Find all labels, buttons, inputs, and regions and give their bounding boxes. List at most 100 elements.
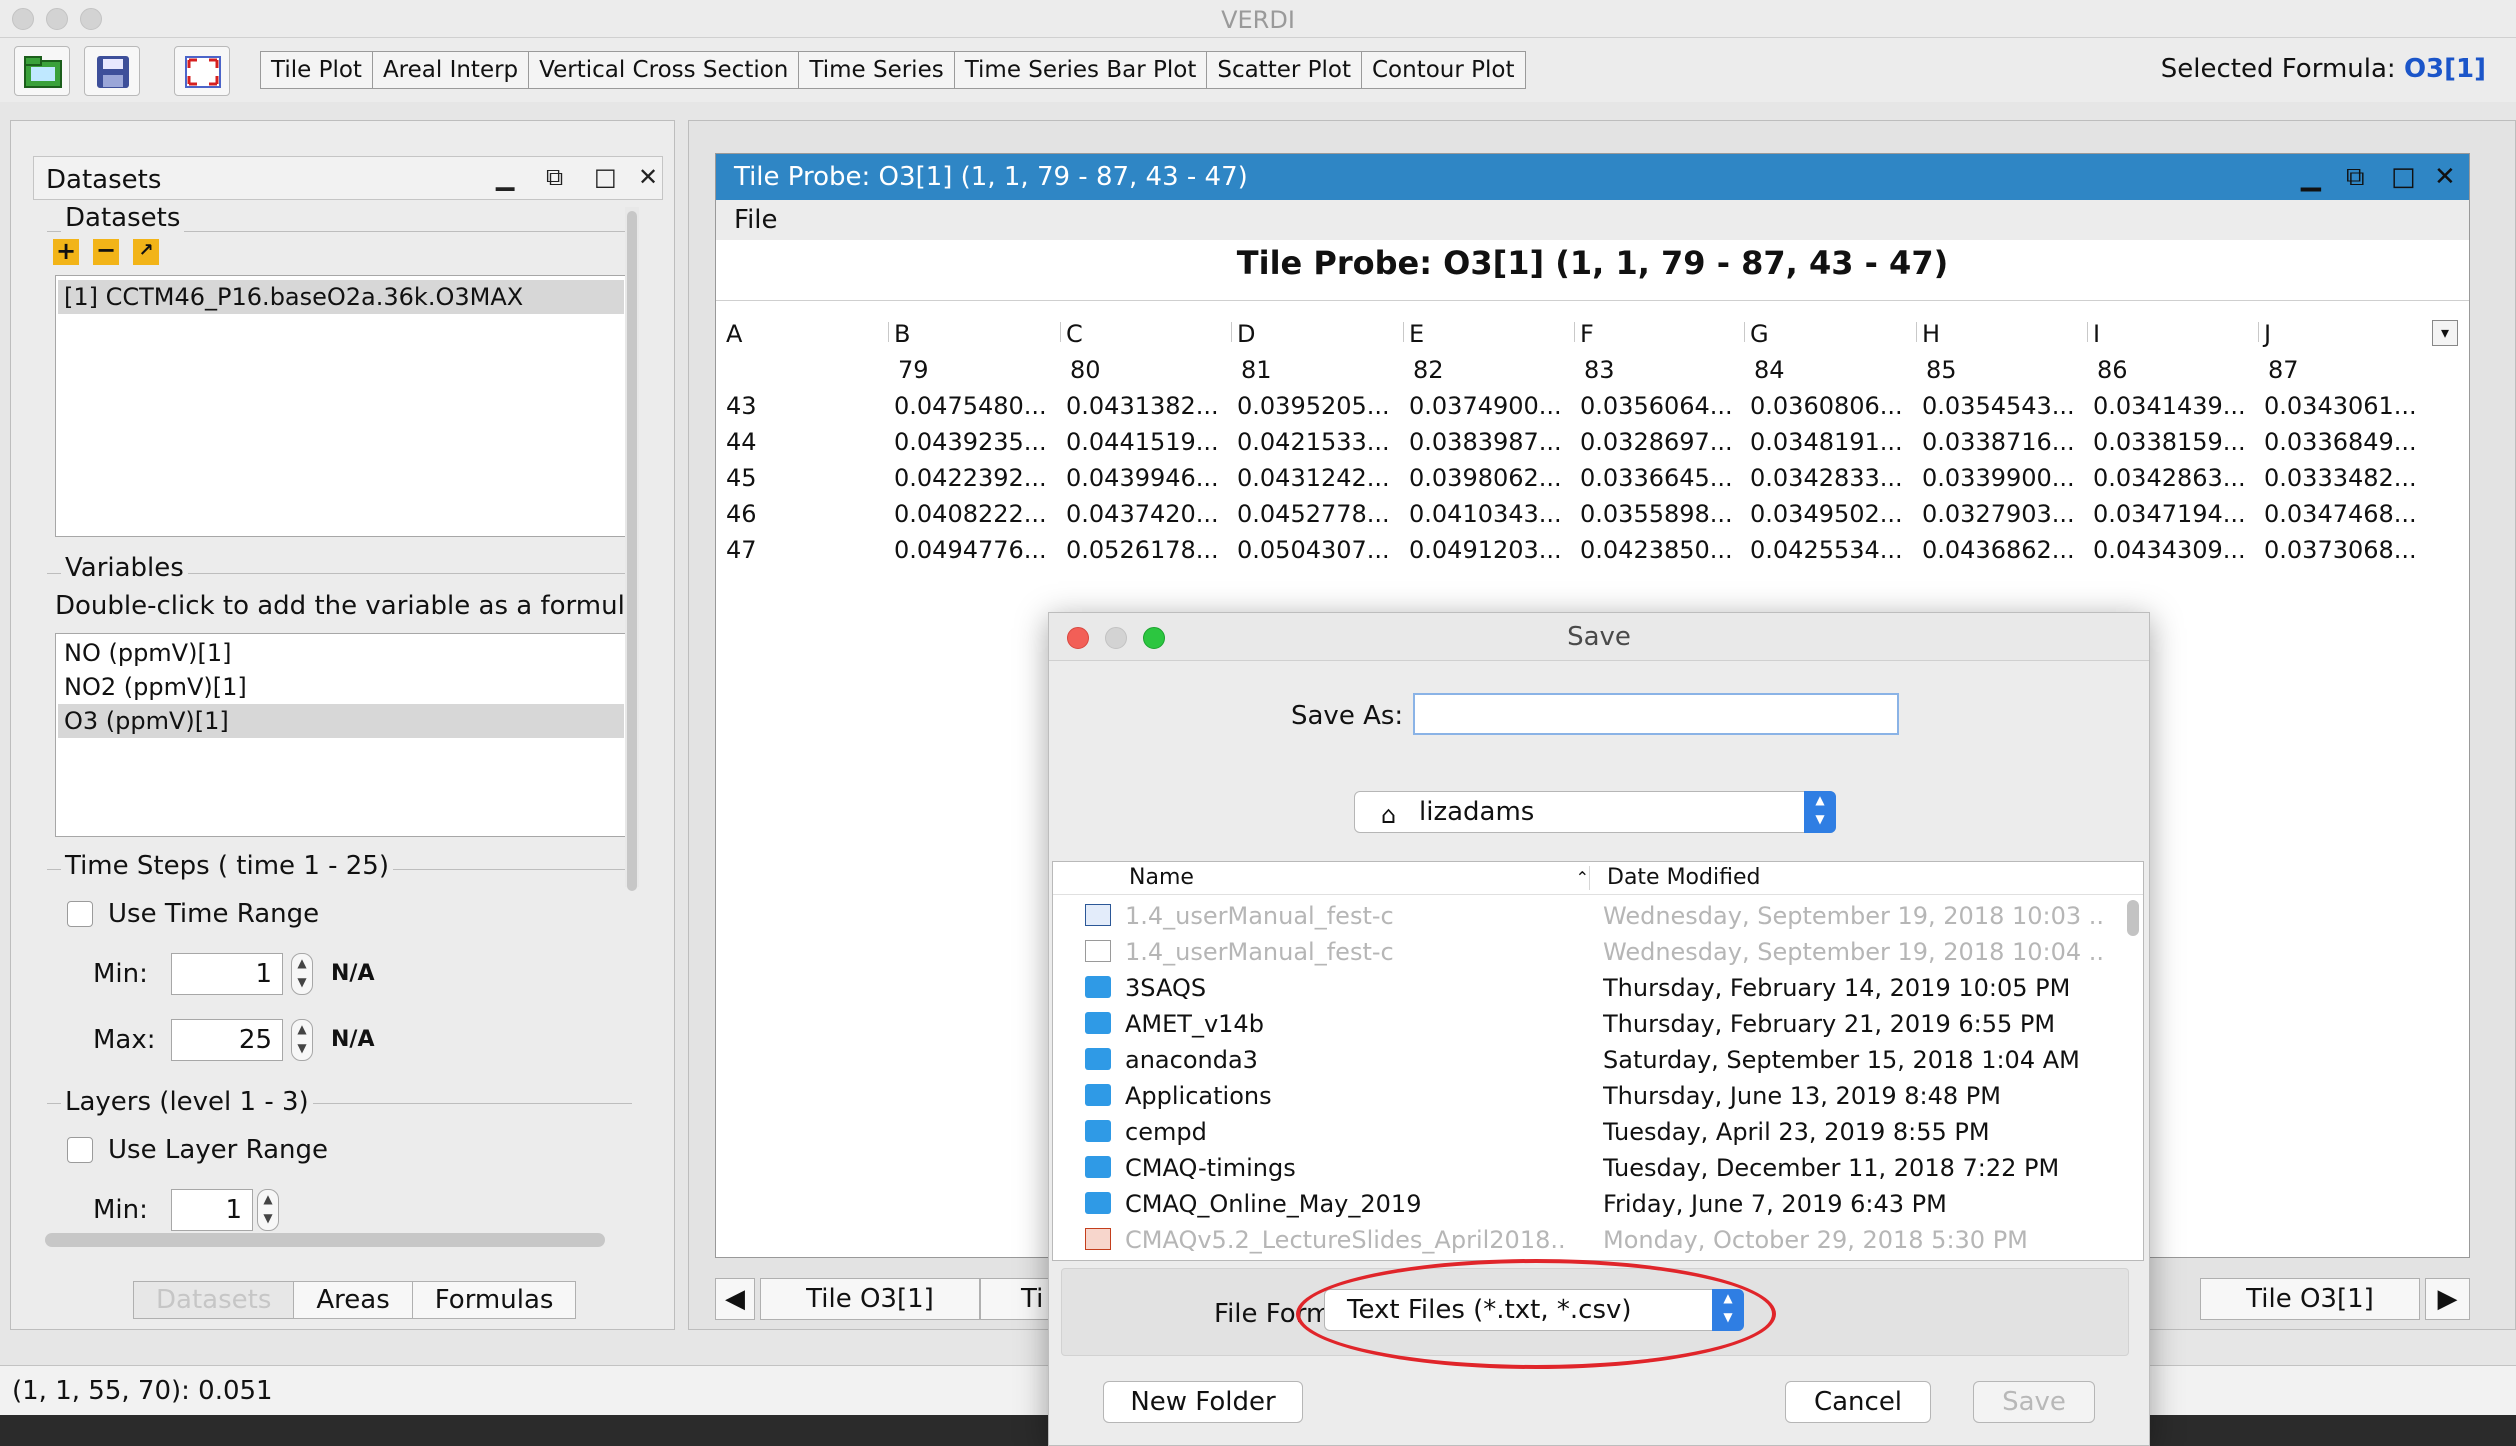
- location-select[interactable]: ⌂ lizadams ▲ ▼: [1354, 791, 1836, 833]
- tabs-scroll-right-icon[interactable]: ▶: [2425, 1278, 2470, 1320]
- table-cell[interactable]: 0.0434309...: [2093, 536, 2246, 564]
- table-cell[interactable]: 0.0395205...: [1237, 392, 1390, 420]
- file-row[interactable]: CMAQ-timings Tuesday, December 11, 2018 7…: [1053, 1150, 2103, 1186]
- table-cell[interactable]: 0.0338159...: [2093, 428, 2246, 456]
- table-cell[interactable]: 0.0504307...: [1237, 536, 1390, 564]
- horizontal-scrollbar[interactable]: [45, 1233, 605, 1247]
- file-row[interactable]: Applications Thursday, June 13, 2019 8:48…: [1053, 1078, 2103, 1114]
- layer-min-stepper[interactable]: ▲ ▼: [257, 1189, 279, 1231]
- column-control-icon[interactable]: ▾: [2432, 320, 2458, 346]
- close-icon[interactable]: ✕: [2434, 154, 2456, 200]
- table-cell[interactable]: 0.0436862...: [1922, 536, 2075, 564]
- save-project-button[interactable]: [84, 46, 140, 96]
- table-cell[interactable]: 0.0422392...: [894, 464, 1047, 492]
- table-cell[interactable]: 0.0431242...: [1237, 464, 1390, 492]
- table-cell[interactable]: 0.0333482...: [2264, 464, 2417, 492]
- close-icon[interactable]: ✕: [638, 163, 658, 191]
- float-icon[interactable]: ⧉: [2346, 154, 2365, 200]
- table-cell[interactable]: 0.0441519...: [1066, 428, 1219, 456]
- animate-button[interactable]: [174, 46, 230, 96]
- minimize-icon[interactable]: ▁: [2301, 154, 2321, 200]
- new-folder-button[interactable]: New Folder: [1103, 1381, 1303, 1423]
- table-cell[interactable]: 0.0347194...: [2093, 500, 2246, 528]
- column-header-date-modified[interactable]: Date Modified: [1607, 862, 2107, 894]
- list-item[interactable]: NO2 (ppmV)[1]: [58, 670, 624, 704]
- float-icon[interactable]: ⧉: [546, 163, 563, 191]
- add-dataset-icon[interactable]: +: [53, 239, 79, 265]
- table-cell[interactable]: 0.0439946...: [1066, 464, 1219, 492]
- table-cell[interactable]: 0.0410343...: [1409, 500, 1562, 528]
- minimize-icon[interactable]: ▁: [496, 163, 514, 191]
- use-layer-range-checkbox[interactable]: [67, 1137, 93, 1163]
- table-cell[interactable]: 0.0494776...: [894, 536, 1047, 564]
- open-dataset-button[interactable]: [14, 46, 70, 96]
- cancel-button[interactable]: Cancel: [1785, 1381, 1931, 1423]
- table-cell[interactable]: 0.0431382...: [1066, 392, 1219, 420]
- time-series-button[interactable]: Time Series: [798, 51, 955, 89]
- dialog-minimize-button[interactable]: [1105, 627, 1127, 649]
- table-cell[interactable]: 0.0338716...: [1922, 428, 2075, 456]
- add-remote-dataset-icon[interactable]: ↗: [133, 239, 159, 265]
- tab-partial[interactable]: Ti: [980, 1278, 1050, 1320]
- table-cell[interactable]: 0.0348191...: [1750, 428, 1903, 456]
- table-cell[interactable]: 0.0328697...: [1580, 428, 1733, 456]
- remove-dataset-icon[interactable]: −: [93, 238, 119, 265]
- dialog-close-button[interactable]: [1067, 627, 1089, 649]
- list-item[interactable]: O3 (ppmV)[1]: [58, 704, 624, 738]
- dialog-zoom-button[interactable]: [1143, 627, 1165, 649]
- table-cell[interactable]: 0.0339900...: [1922, 464, 2075, 492]
- file-row[interactable]: cempd Tuesday, April 23, 2019 8:55 PM: [1053, 1114, 2103, 1150]
- table-cell[interactable]: 0.0347468...: [2264, 500, 2417, 528]
- table-cell[interactable]: 0.0336645...: [1580, 464, 1733, 492]
- menu-file[interactable]: File: [734, 205, 778, 235]
- table-cell[interactable]: 0.0452778...: [1237, 500, 1390, 528]
- list-item[interactable]: [1] CCTM46_P16.baseO2a.36k.O3MAX: [58, 280, 624, 314]
- table-cell[interactable]: 0.0475480...: [894, 392, 1047, 420]
- table-cell[interactable]: 0.0374900...: [1409, 392, 1562, 420]
- table-cell[interactable]: 0.0439235...: [894, 428, 1047, 456]
- table-cell[interactable]: 0.0383987...: [1409, 428, 1562, 456]
- column-header-name[interactable]: Name ⌃: [1129, 862, 1599, 894]
- file-row[interactable]: CMAQ_Online_May_2019 Friday, June 7, 2019…: [1053, 1186, 2103, 1222]
- table-cell[interactable]: 0.0342863...: [2093, 464, 2246, 492]
- table-cell[interactable]: 0.0342833...: [1750, 464, 1903, 492]
- table-cell[interactable]: 0.0491203...: [1409, 536, 1562, 564]
- tab-tile-o3[interactable]: Tile O3[1]: [760, 1278, 980, 1320]
- tab-formulas[interactable]: Formulas: [411, 1281, 577, 1319]
- table-cell[interactable]: 0.0398062...: [1409, 464, 1562, 492]
- time-max-input[interactable]: 25: [171, 1019, 283, 1061]
- layer-min-input[interactable]: 1: [171, 1189, 253, 1231]
- table-cell[interactable]: 0.0349502...: [1750, 500, 1903, 528]
- file-row[interactable]: AMET_v14b Thursday, February 21, 2019 6:5…: [1053, 1006, 2103, 1042]
- list-item[interactable]: NO (ppmV)[1]: [58, 636, 624, 670]
- tabs-scroll-left-icon[interactable]: ◀: [715, 1278, 755, 1320]
- time-min-stepper[interactable]: ▲ ▼: [291, 953, 313, 995]
- maximize-icon[interactable]: □: [2391, 154, 2416, 200]
- scroll-thumb[interactable]: [627, 211, 637, 891]
- table-cell[interactable]: 0.0355898...: [1580, 500, 1733, 528]
- table-cell[interactable]: 0.0341439...: [2093, 392, 2246, 420]
- time-min-input[interactable]: 1: [171, 953, 283, 995]
- file-row[interactable]: 1.4_userManual_fest-c Wednesday, Septembe…: [1053, 934, 2103, 970]
- time-max-stepper[interactable]: ▲ ▼: [291, 1019, 313, 1061]
- file-row[interactable]: 1.4_userManual_fest-c Wednesday, Septembe…: [1053, 898, 2103, 934]
- time-series-bar-plot-button[interactable]: Time Series Bar Plot: [953, 51, 1208, 89]
- table-cell[interactable]: 0.0360806...: [1750, 392, 1903, 420]
- table-cell[interactable]: 0.0423850...: [1580, 536, 1733, 564]
- maximize-icon[interactable]: □: [594, 163, 617, 191]
- file-row[interactable]: CMAQv5.2_LectureSlides_April2018.... Mond…: [1053, 1222, 2103, 1258]
- table-cell[interactable]: 0.0327903...: [1922, 500, 2075, 528]
- save-as-input[interactable]: [1413, 693, 1899, 735]
- tile-plot-button[interactable]: Tile Plot: [260, 51, 373, 89]
- save-button[interactable]: Save: [1973, 1381, 2095, 1423]
- scatter-plot-button[interactable]: Scatter Plot: [1206, 51, 1362, 89]
- file-list-scrollbar[interactable]: [2127, 900, 2139, 936]
- table-cell[interactable]: 0.0343061...: [2264, 392, 2417, 420]
- table-cell[interactable]: 0.0354543...: [1922, 392, 2075, 420]
- table-cell[interactable]: 0.0437420...: [1066, 500, 1219, 528]
- tab-areas[interactable]: Areas: [293, 1281, 413, 1319]
- table-cell[interactable]: 0.0408222...: [894, 500, 1047, 528]
- table-cell[interactable]: 0.0336849...: [2264, 428, 2417, 456]
- table-cell[interactable]: 0.0356064...: [1580, 392, 1733, 420]
- table-cell[interactable]: 0.0373068...: [2264, 536, 2417, 564]
